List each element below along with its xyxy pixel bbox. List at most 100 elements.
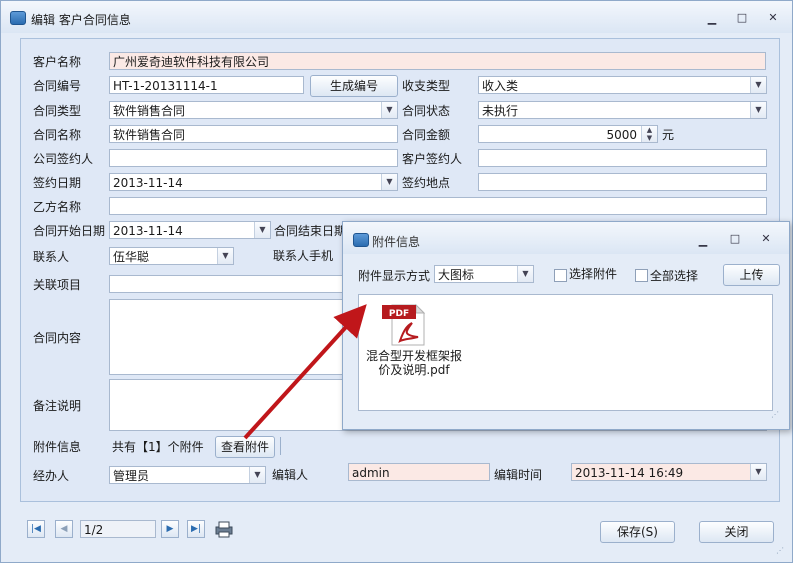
edit-time-field[interactable]: 2013-11-14 16:49 ▼	[571, 463, 767, 481]
attachment-label: 附件信息	[33, 440, 82, 454]
contract-no-field[interactable]: HT-1-20131114-1	[109, 76, 304, 94]
resize-grip-icon[interactable]: ⋰	[776, 546, 784, 555]
contract-name-field[interactable]: 软件销售合同	[109, 125, 398, 143]
contract-no-label: 合同编号	[33, 79, 82, 93]
chevron-down-icon[interactable]: ▼	[381, 174, 397, 190]
chevron-down-icon[interactable]: ▼	[249, 467, 265, 483]
contract-status-value: 未执行	[482, 104, 519, 118]
title-bar: 编辑 客户合同信息 ▁ □ ✕	[1, 1, 792, 33]
handler-select[interactable]: 管理员 ▼	[109, 466, 266, 484]
attachment-popup: 附件信息 ▁ □ ✕ 附件显示方式 大图标 ▼ 选择附件 全部选择 上传 PDF…	[342, 221, 790, 430]
popup-close-button[interactable]: ✕	[757, 232, 775, 246]
chevron-down-icon[interactable]: ▼	[254, 222, 270, 238]
party-b-label: 乙方名称	[33, 200, 82, 214]
customer-name-label: 客户名称	[33, 55, 82, 69]
attachment-count: 共有【1】个附件	[112, 440, 204, 454]
save-button[interactable]: 保存(S)	[600, 521, 675, 543]
amount-value: 5000	[606, 128, 637, 142]
app-icon	[353, 233, 369, 247]
contact-phone-label: 联系人手机	[273, 249, 334, 263]
page-indicator[interactable]: 1/2	[80, 520, 156, 538]
edit-time-label: 编辑时间	[494, 468, 543, 482]
view-attachment-button[interactable]: 查看附件	[215, 436, 275, 458]
pdf-file-icon[interactable]: PDF	[382, 301, 428, 347]
amount-unit: 元	[662, 128, 675, 142]
start-date-value: 2013-11-14	[113, 224, 183, 238]
popup-title-bar: 附件信息 ▁ □ ✕	[343, 222, 789, 254]
previous-page-icon[interactable]: ◀	[55, 520, 73, 538]
close-dialog-button[interactable]: 关闭	[699, 521, 774, 543]
app-icon	[10, 11, 26, 25]
handler-value: 管理员	[113, 469, 150, 483]
select-attachment-checkbox[interactable]	[554, 269, 567, 282]
editor-label: 编辑人	[272, 468, 309, 482]
select-all-checkbox[interactable]	[635, 269, 648, 282]
remark-label: 备注说明	[33, 399, 82, 413]
project-field[interactable]	[109, 275, 349, 293]
select-all-label: 全部选择	[650, 269, 699, 283]
close-button[interactable]: ✕	[764, 11, 782, 25]
content-label: 合同内容	[33, 331, 82, 345]
contract-type-value: 软件销售合同	[113, 104, 186, 118]
window-title: 编辑 客户合同信息	[31, 13, 131, 27]
select-attachment-label: 选择附件	[569, 267, 618, 281]
contact-value: 伍华聪	[113, 250, 150, 264]
chevron-down-icon[interactable]: ▼	[217, 248, 233, 264]
customer-signer-field[interactable]	[478, 149, 767, 167]
start-date-picker[interactable]: 2013-11-14 ▼	[109, 221, 271, 239]
amount-label: 合同金额	[402, 128, 451, 142]
party-b-field[interactable]	[109, 197, 767, 215]
income-type-value: 收入类	[482, 79, 519, 93]
restore-button[interactable]: □	[733, 11, 751, 25]
pdf-icon-text: PDF	[389, 309, 409, 319]
editor-field[interactable]: admin	[348, 463, 490, 481]
income-type-select[interactable]: 收入类 ▼	[478, 76, 767, 94]
contract-status-label: 合同状态	[402, 104, 451, 118]
edit-time-value: 2013-11-14 16:49	[575, 466, 684, 480]
chevron-down-icon[interactable]: ▼	[517, 266, 533, 282]
attachment-list: PDF 混合型开发框架报价及说明.pdf	[358, 294, 773, 411]
chevron-down-icon[interactable]: ▼	[750, 77, 766, 93]
minimize-button[interactable]: ▁	[703, 12, 721, 26]
amount-spinner[interactable]: 5000 ▲ ▼	[478, 125, 658, 143]
popup-minimize-button[interactable]: ▁	[694, 234, 712, 248]
bottom-toolbar: |◀ ◀ 1/2 ▶ ▶| 保存(S) 关闭 ⋰	[1, 506, 792, 562]
sign-date-value: 2013-11-14	[113, 176, 183, 190]
content-textarea[interactable]	[109, 299, 349, 375]
sign-place-field[interactable]	[478, 173, 767, 191]
sign-date-label: 签约日期	[33, 176, 82, 190]
popup-title: 附件信息	[372, 235, 421, 249]
display-mode-select[interactable]: 大图标 ▼	[434, 265, 534, 283]
customer-signer-label: 客户签约人	[402, 152, 463, 166]
customer-name-field[interactable]: 广州爱奇迪软件科技有限公司	[109, 52, 766, 70]
divider	[280, 437, 281, 455]
chevron-down-icon[interactable]: ▼	[750, 464, 766, 480]
contract-type-label: 合同类型	[33, 104, 82, 118]
contract-type-select[interactable]: 软件销售合同 ▼	[109, 101, 398, 119]
generate-number-button[interactable]: 生成编号	[310, 75, 398, 97]
resize-grip-icon[interactable]: ⋰	[771, 410, 779, 419]
contract-name-label: 合同名称	[33, 128, 82, 142]
income-type-label: 收支类型	[402, 79, 451, 93]
upload-button[interactable]: 上传	[723, 264, 780, 286]
spinner-arrows-icon[interactable]: ▲ ▼	[641, 126, 657, 142]
last-page-icon[interactable]: ▶|	[187, 520, 205, 538]
popup-restore-button[interactable]: □	[726, 232, 744, 246]
display-mode-value: 大图标	[438, 268, 475, 282]
first-page-icon[interactable]: |◀	[27, 520, 45, 538]
printer-icon[interactable]	[214, 520, 234, 538]
attachment-file-name[interactable]: 混合型开发框架报价及说明.pdf	[364, 349, 464, 377]
chevron-down-icon[interactable]: ▼	[750, 102, 766, 118]
end-date-label: 合同结束日期	[274, 224, 347, 238]
contact-select[interactable]: 伍华聪 ▼	[109, 247, 234, 265]
sign-date-picker[interactable]: 2013-11-14 ▼	[109, 173, 398, 191]
contact-label: 联系人	[33, 250, 70, 264]
company-signer-field[interactable]	[109, 149, 398, 167]
start-date-label: 合同开始日期	[33, 224, 106, 238]
chevron-down-icon[interactable]: ▼	[381, 102, 397, 118]
handler-label: 经办人	[33, 469, 70, 483]
next-page-icon[interactable]: ▶	[161, 520, 179, 538]
project-label: 关联项目	[33, 278, 82, 292]
contract-status-select[interactable]: 未执行 ▼	[478, 101, 767, 119]
display-mode-label: 附件显示方式	[358, 269, 431, 283]
